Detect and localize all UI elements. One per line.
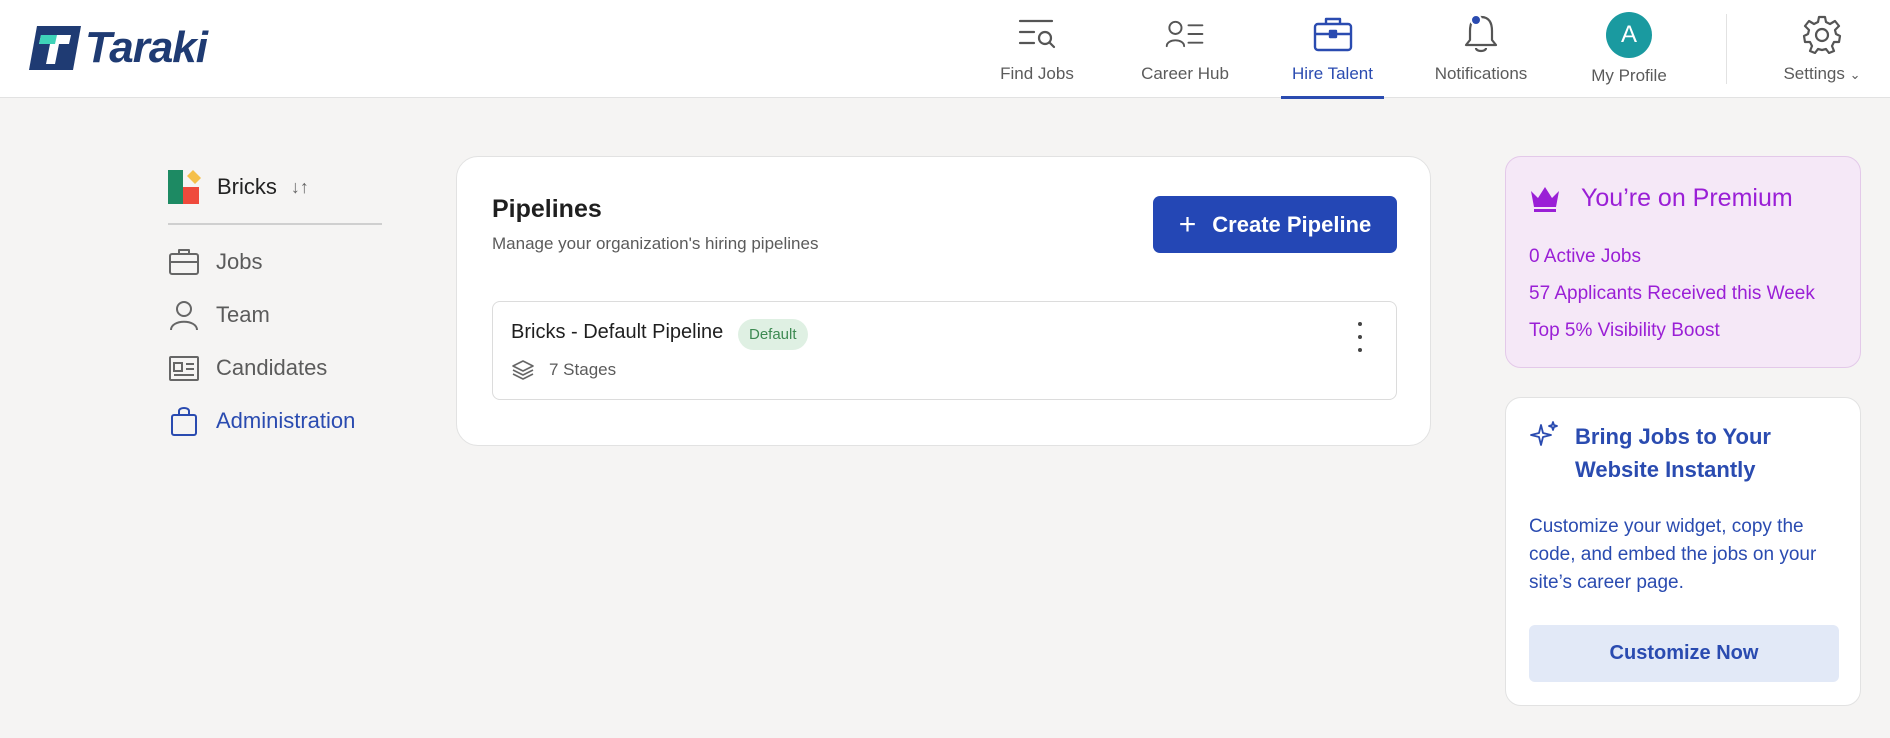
bricks-logo-icon (168, 170, 201, 204)
avatar: A (1606, 12, 1652, 58)
taraki-logo-mark-icon (29, 26, 81, 70)
premium-header: You’re on Premium (1529, 183, 1793, 213)
sidebar-divider (168, 223, 382, 225)
settings-label: Settings (1783, 64, 1845, 83)
premium-stat-visibility: Top 5% Visibility Boost (1529, 320, 1720, 341)
sidebar-item-candidates[interactable]: Candidates (168, 352, 327, 384)
premium-stat-applicants: 57 Applicants Received this Week (1529, 283, 1815, 304)
organization-switcher[interactable]: Bricks ↓↑ (168, 170, 309, 204)
page-subtitle: Manage your organization's hiring pipeli… (492, 234, 819, 253)
sidebar-item-label: Administration (216, 408, 356, 433)
nav-settings[interactable]: Settings ⌄ (1780, 0, 1864, 98)
sidebar-item-label: Candidates (216, 355, 328, 380)
logo-text: Taraki (85, 23, 208, 72)
nav-my-profile[interactable]: A My Profile (1589, 0, 1669, 98)
customize-now-button[interactable]: Customize Now (1529, 625, 1839, 682)
nav-label: Notifications (1434, 64, 1528, 83)
page-title: Pipelines (492, 195, 602, 223)
sidebar-item-jobs[interactable]: Jobs (168, 246, 262, 278)
briefcase-icon (169, 249, 199, 275)
nav-label: My Profile (1591, 66, 1667, 85)
nav-label: Find Jobs (1000, 64, 1074, 83)
premium-title: You’re on Premium (1581, 183, 1793, 212)
briefcase-icon (1313, 14, 1353, 54)
pipelines-card: Pipelines Manage your organization's hir… (456, 156, 1431, 446)
pipeline-name: Bricks - Default Pipeline (511, 321, 724, 343)
nav-label: Settings ⌄ (1783, 64, 1860, 84)
nav-career-hub[interactable]: Career Hub (1140, 0, 1230, 98)
find-jobs-icon (1017, 14, 1057, 54)
widget-description: Customize your widget, copy the code, an… (1529, 516, 1817, 593)
nav-find-jobs[interactable]: Find Jobs (1000, 0, 1074, 98)
user-icon (170, 301, 198, 331)
nav-label: Career Hub (1141, 64, 1229, 83)
stage-count: 7 Stages (549, 360, 617, 379)
widget-title: Bring Jobs to Your Website Instantly (1575, 424, 1771, 482)
id-card-icon (169, 356, 199, 381)
active-tab-indicator (1281, 96, 1384, 99)
career-hub-icon (1165, 14, 1205, 54)
notification-dot (1470, 14, 1482, 26)
chevron-down-icon: ⌄ (1849, 67, 1861, 82)
pipeline-row[interactable]: Bricks - Default Pipeline Default 7 Stag… (492, 301, 1397, 400)
switch-organization-icon[interactable]: ↓↑ (291, 177, 309, 198)
default-badge: Default (738, 319, 808, 350)
bag-icon (171, 407, 197, 436)
crown-icon (1531, 187, 1559, 212)
layers-icon (512, 360, 534, 380)
bell-icon (1461, 14, 1501, 54)
premium-stat-active-jobs: 0 Active Jobs (1529, 246, 1641, 267)
nav-divider (1726, 14, 1727, 84)
taraki-logo[interactable]: Taraki (27, 23, 208, 72)
top-navigation-bar: Taraki Find Jobs Career Hub Hire Talent (0, 0, 1890, 99)
premium-card: You’re on Premium 0 Active Jobs 57 Appli… (1505, 156, 1861, 368)
create-pipeline-label: Create Pipeline (1212, 211, 1372, 237)
nav-label: Hire Talent (1292, 64, 1373, 83)
nav-hire-talent[interactable]: Hire Talent (1281, 0, 1384, 99)
sparkle-icon (1530, 421, 1558, 446)
widget-promo-card: Bring Jobs to Your Website Instantly Cus… (1505, 397, 1861, 706)
create-pipeline-button[interactable]: + Create Pipeline (1153, 196, 1397, 253)
sidebar-item-label: Team (216, 302, 270, 327)
sidebar-item-administration[interactable]: Administration (168, 405, 355, 437)
gear-icon (1802, 14, 1842, 54)
more-options-icon[interactable] (1350, 322, 1370, 352)
plus-icon: + (1178, 207, 1197, 241)
organization-name: Bricks (217, 174, 277, 199)
sidebar-item-team[interactable]: Team (168, 299, 270, 331)
sidebar-item-label: Jobs (216, 249, 263, 274)
pipeline-stages: 7 Stages (511, 358, 616, 382)
nav-notifications[interactable]: Notifications (1430, 0, 1532, 98)
